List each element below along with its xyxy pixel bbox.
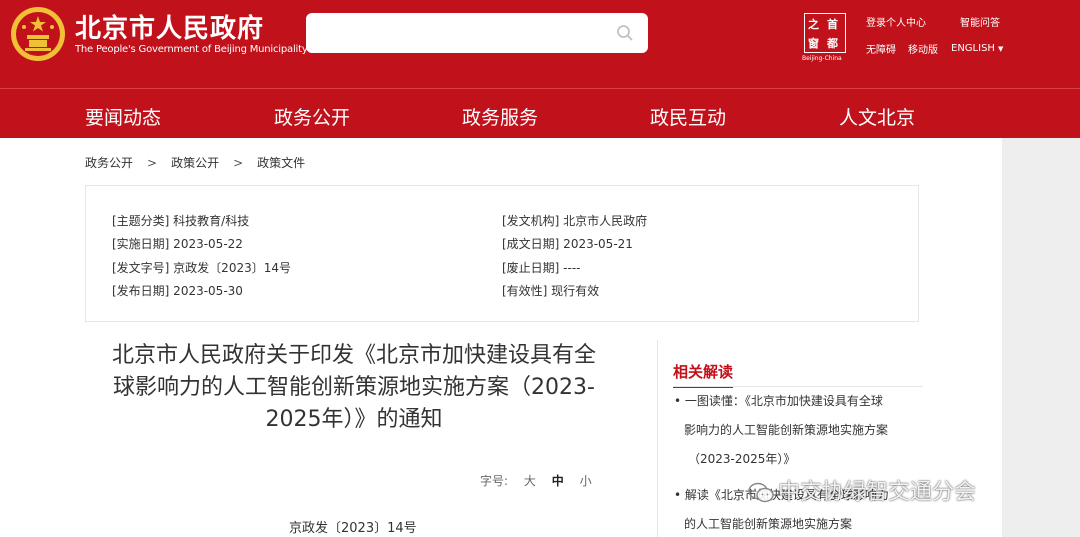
meta-publish-date: [发布日期] 2023-05-30 — [112, 284, 243, 298]
article-title-line: 北京市人民政府关于印发《北京市加快建设具有全 — [111, 343, 596, 368]
related-item-line: • 一图读懂：《北京市加快建设具有全球 — [674, 394, 883, 408]
breadcrumb-separator: > — [147, 156, 158, 170]
meta-doc-number: [发文字号] 京政发〔2023〕14号 — [112, 261, 291, 275]
font-size-medium[interactable]: 中 — [552, 474, 564, 488]
logo-char: 之 — [808, 18, 819, 31]
watermark-text: 中交协绿智交通分会 — [778, 480, 977, 505]
meta-issuer: [发文机构] 北京市人民政府 — [502, 214, 648, 228]
logo-char: 首 — [827, 18, 838, 31]
related-heading: 相关解读 — [673, 361, 734, 388]
article-doc-number: 京政发〔2023〕14号 — [289, 521, 417, 536]
article-title: 北京市人民政府关于印发《北京市加快建设具有全 球影响力的人工智能创新策源地实施方… — [90, 340, 618, 436]
capital-window-logo[interactable]: 之 首 窗 都 Beijing-China — [802, 13, 848, 63]
article-title-line: 2025年）》的通知 — [265, 407, 443, 432]
related-item-line: （2023-2025年）》 — [688, 452, 796, 466]
login-link[interactable]: 登录个人中心 — [866, 14, 926, 29]
national-emblem-icon[interactable] — [10, 6, 66, 62]
breadcrumb: 政务公开 > 政策公开 > 政策文件 — [85, 154, 305, 171]
nav-item-interaction[interactable]: 政民互动 — [650, 103, 726, 130]
logo-char: 窗 — [808, 37, 819, 50]
english-label: ENGLISH — [951, 43, 995, 54]
breadcrumb-item[interactable]: 政务公开 — [85, 156, 133, 170]
right-gutter — [1002, 138, 1080, 537]
nav-item-gov-affairs[interactable]: 政务公开 — [274, 103, 350, 130]
article-title-line: 球影响力的人工智能创新策源地实施方案（2023- — [113, 375, 595, 400]
english-link[interactable]: ENGLISH ▼ — [951, 43, 1003, 54]
capital-logo-caption: Beijing-China — [802, 55, 842, 62]
font-size-small[interactable]: 小 — [580, 474, 592, 488]
main-nav: 要闻动态 政务公开 政务服务 政民互动 人文北京 — [0, 88, 1080, 138]
breadcrumb-separator: > — [233, 156, 244, 170]
document-metadata: [主题分类] 科技教育/科技 [发文机构] 北京市人民政府 [实施日期] 202… — [85, 185, 919, 322]
wechat-icon — [748, 482, 774, 503]
related-item-line: 影响力的人工智能创新策源地实施方案 — [684, 423, 889, 437]
breadcrumb-item[interactable]: 政策文件 — [257, 156, 305, 170]
related-item[interactable]: • 一图读懂：《北京市加快建设具有全球 影响力的人工智能创新策源地实施方案 （2… — [674, 387, 924, 474]
logo-char: 都 — [827, 37, 838, 50]
meta-topic: [主题分类] 科技教育/科技 — [112, 214, 250, 228]
accessibility-link[interactable]: 无障碍 — [866, 41, 896, 56]
meta-written-date: [成文日期] 2023-05-21 — [502, 237, 633, 251]
search-input[interactable] — [306, 13, 648, 53]
search-icon[interactable] — [616, 24, 634, 42]
site-title[interactable]: 北京市人民政府 — [75, 8, 264, 45]
capital-logo-mark: 之 首 窗 都 — [804, 13, 846, 53]
breadcrumb-item[interactable]: 政策公开 — [171, 156, 219, 170]
chevron-down-icon: ▼ — [997, 45, 1004, 53]
site-subtitle: The People's Government of Beijing Munic… — [75, 44, 308, 55]
nav-item-culture[interactable]: 人文北京 — [839, 103, 915, 130]
nav-item-news[interactable]: 要闻动态 — [85, 103, 161, 130]
font-size-label: 字号: — [480, 474, 509, 488]
font-size-selector: 字号: 大 中 小 — [480, 472, 592, 489]
meta-effective-date: [实施日期] 2023-05-22 — [112, 237, 243, 251]
qa-link[interactable]: 智能问答 — [960, 14, 1000, 29]
font-size-large[interactable]: 大 — [524, 474, 536, 488]
meta-repeal-date: [废止日期] ---- — [502, 261, 581, 275]
nav-item-services[interactable]: 政务服务 — [462, 103, 538, 130]
mobile-link[interactable]: 移动版 — [908, 41, 938, 56]
site-header: 北京市人民政府 The People's Government of Beiji… — [0, 0, 1080, 88]
related-item-line: 的人工智能创新策源地实施方案 — [684, 517, 853, 531]
side-divider — [657, 340, 658, 537]
meta-validity: [有效性] 现行有效 — [502, 284, 600, 298]
wechat-watermark: 中交协绿智交通分会 — [748, 474, 976, 506]
